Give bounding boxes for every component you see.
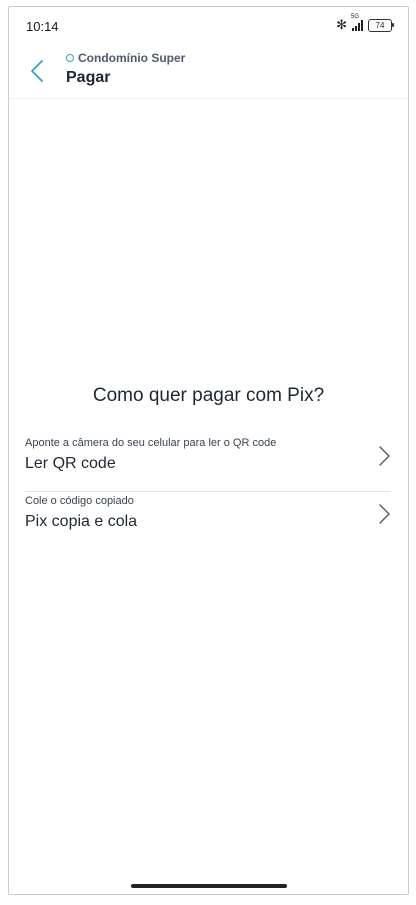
condominium-name: Condomínio Super — [78, 51, 186, 65]
condominium-selector: Condomínio Super — [66, 51, 185, 65]
signal-icon: 5G — [351, 14, 363, 31]
status-time: 10:14 — [26, 19, 59, 34]
status-icons: ✻ 5G 74 — [336, 14, 394, 33]
bluetooth-icon: ✻ — [336, 17, 347, 32]
option-label: Pix copia e cola — [25, 513, 138, 530]
battery-icon: 74 — [368, 18, 394, 32]
read-qr-code-option[interactable]: Aponte a câmera do seu celular para ler … — [25, 437, 391, 492]
payment-question: Como quer pagar com Pix? — [92, 385, 325, 406]
battery-level: 74 — [375, 20, 385, 30]
app-screen: 10:14 ✻ 5G 74 Condomínio Super Pagar Com… — [8, 6, 409, 895]
home-indicator[interactable] — [131, 884, 287, 888]
page-title: Pagar — [66, 69, 111, 86]
option-hint: Aponte a câmera do seu celular para ler … — [25, 437, 277, 449]
network-type: 5G — [351, 14, 360, 20]
chevron-left-icon[interactable] — [27, 58, 49, 84]
pix-copy-paste-option[interactable]: Cole o código copiado Pix copia e cola — [25, 495, 391, 549]
page-header: Condomínio Super Pagar — [9, 43, 408, 99]
chevron-right-icon — [379, 446, 390, 466]
chevron-right-icon — [379, 504, 390, 524]
option-hint: Cole o código copiado — [25, 495, 134, 507]
option-label: Ler QR code — [25, 455, 116, 472]
status-dot-icon — [66, 54, 74, 62]
status-bar: 10:14 ✻ 5G 74 — [9, 7, 408, 43]
